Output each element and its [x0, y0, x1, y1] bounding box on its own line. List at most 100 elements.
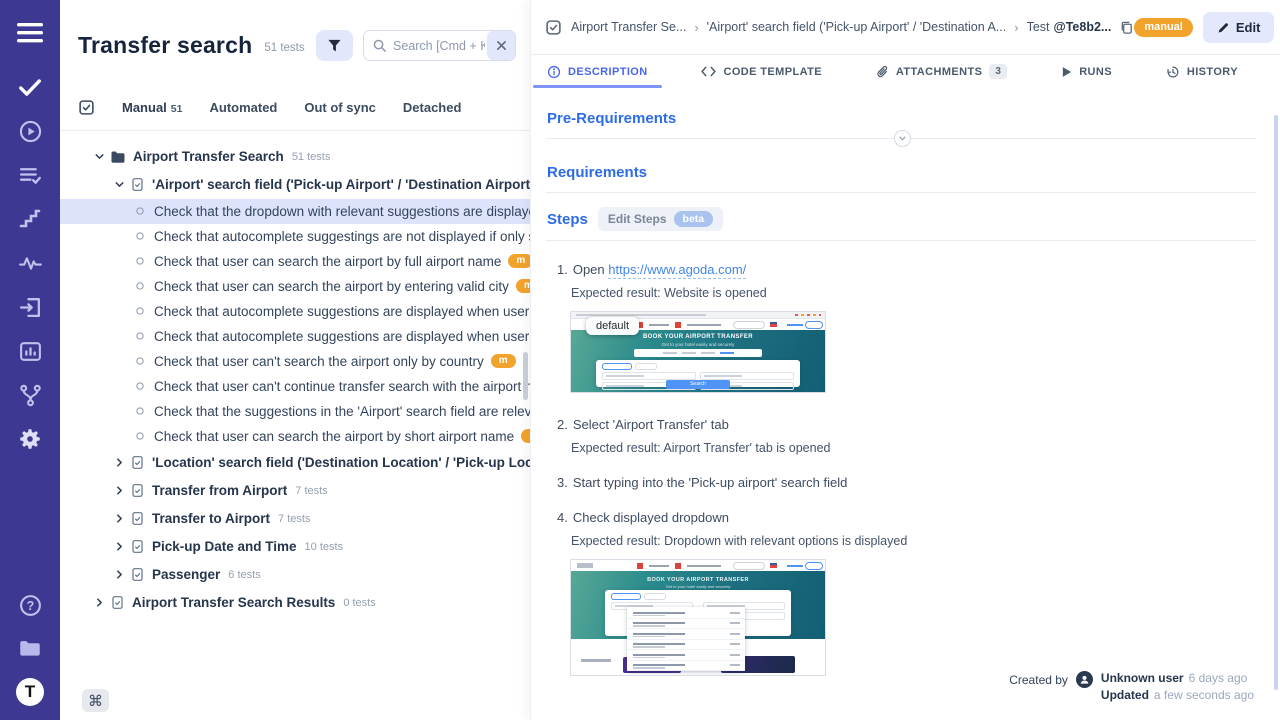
created-ago: 6 days ago	[1189, 671, 1248, 685]
copy-link-button[interactable]	[1119, 20, 1134, 35]
breadcrumb-test[interactable]: Test	[1027, 20, 1050, 34]
section-divider	[546, 192, 1256, 193]
tree-row-label: 'Location' search field ('Destination Lo…	[152, 455, 530, 470]
collapse-section-toggle[interactable]	[894, 130, 911, 147]
suite-icon	[130, 177, 145, 192]
tree-test-row[interactable]: Check that user can search the airport b…	[60, 274, 530, 299]
tree-suite-row[interactable]: 'Location' search field ('Destination Lo…	[60, 449, 530, 477]
tree-test-row[interactable]: Check that the dropdown with relevant su…	[60, 199, 530, 224]
breadcrumb-project[interactable]: Airport Transfer Se...	[571, 20, 686, 34]
sign-in-flow-icon[interactable]	[17, 294, 43, 320]
tree-row-label: Check that user can search the airport b…	[154, 254, 501, 269]
chevron-right-icon[interactable]	[113, 484, 130, 497]
help-icon[interactable]: ?	[17, 592, 43, 618]
filter-tab-out-of-sync[interactable]: Out of sync	[304, 100, 376, 115]
filter-tab-detached[interactable]: Detached	[403, 100, 462, 115]
svg-text:?: ?	[26, 598, 34, 612]
folder-icon	[110, 149, 126, 165]
step-screenshot-thumbnail[interactable]: BOOK YOUR AIRPORT TRANSFER Get to your h…	[570, 311, 826, 393]
test-icon	[133, 354, 147, 368]
chevron-down-icon[interactable]	[93, 150, 110, 163]
tree-suite-row[interactable]: Transfer from Airport7 tests	[60, 477, 530, 505]
keyboard-shortcut-hint[interactable]: ⌘	[82, 689, 109, 712]
edit-steps-button[interactable]: Edit Steps beta	[598, 207, 723, 231]
step-4-expected: Expected result: Dropdown with relevant …	[571, 534, 1256, 548]
projects-folder-icon[interactable]	[17, 635, 43, 661]
tab-runs[interactable]: RUNS	[1061, 66, 1112, 78]
test-case-icon	[545, 19, 562, 36]
test-detail-panel: Airport Transfer Se... › 'Airport' searc…	[530, 0, 1280, 720]
activity-icon[interactable]	[17, 250, 43, 276]
detail-scrollbar-thumb[interactable]	[1274, 115, 1278, 690]
chevron-right-icon[interactable]	[113, 568, 130, 581]
chevron-right-icon[interactable]	[113, 512, 130, 525]
tree-row-label: Check that user can search the airport b…	[154, 279, 509, 294]
filter-button[interactable]	[316, 30, 353, 61]
section-requirements: Requirements	[547, 164, 647, 181]
chevron-right-icon[interactable]	[113, 456, 130, 469]
tab-history[interactable]: HISTORY	[1166, 65, 1238, 79]
tree-test-row[interactable]: Check that autocomplete suggestions are …	[60, 324, 530, 349]
updated-ago: a few seconds ago	[1154, 688, 1254, 702]
tree-test-row[interactable]: Check that autocomplete suggestings are …	[60, 224, 530, 249]
tree-test-row[interactable]: Check that user can't continue transfer …	[60, 374, 530, 399]
tree-row-label: Check that autocomplete suggestings are …	[154, 229, 530, 244]
select-tests-icon[interactable]	[78, 99, 95, 116]
tree-test-row[interactable]: Check that user can search the airport b…	[60, 424, 530, 449]
test-icon	[133, 254, 147, 268]
test-runs-icon[interactable]	[17, 118, 43, 144]
tab-description[interactable]: DESCRIPTION	[547, 65, 648, 79]
description-content: Pre-Requirements Requirements Steps Edit…	[531, 87, 1280, 715]
chevron-right-icon[interactable]	[93, 596, 110, 609]
tree-suite-row[interactable]: Passenger6 tests	[60, 561, 530, 589]
test-icon	[133, 204, 147, 218]
filter-tab-manual[interactable]: Manual51	[122, 100, 182, 115]
history-clock-icon	[1166, 65, 1180, 79]
tests-icon[interactable]	[17, 74, 43, 100]
tab-attachments[interactable]: ATTACHMENTS 3	[876, 64, 1007, 79]
pencil-icon	[1217, 21, 1230, 34]
list-scrollbar-thumb[interactable]	[523, 352, 528, 400]
tree-suite-row[interactable]: Airport Transfer Search Results0 tests	[60, 589, 530, 617]
tab-code-template[interactable]: CODE TEMPLATE	[701, 66, 822, 78]
tree-test-row[interactable]: Check that user can't search the airport…	[60, 349, 530, 374]
user-avatar[interactable]: T	[16, 678, 44, 706]
tree-test-row[interactable]: Check that user can search the airport b…	[60, 249, 530, 274]
tree-row-label: Check that user can search the airport b…	[154, 429, 514, 444]
funnel-icon	[327, 38, 342, 53]
breadcrumb-separator: ›	[1014, 20, 1018, 35]
tree-test-row[interactable]: Check that the suggestions in the 'Airpo…	[60, 399, 530, 424]
code-icon	[701, 66, 716, 77]
manual-mini-badge: m	[516, 279, 530, 293]
breadcrumb-suite[interactable]: 'Airport' search field ('Pick-up Airport…	[707, 20, 1007, 34]
tree-suite-row[interactable]: Transfer to Airport7 tests	[60, 505, 530, 533]
chevron-down-icon[interactable]	[113, 178, 130, 191]
tree-row-label: Check that user can't search the airport…	[154, 354, 484, 369]
integrations-branch-icon[interactable]	[17, 382, 43, 408]
tree-suite-row[interactable]: 'Airport' search field ('Pick-up Airport…	[60, 171, 530, 199]
user-avatar-icon	[1076, 671, 1093, 688]
tree-test-row[interactable]: Check that autocomplete suggestions are …	[60, 299, 530, 324]
suite-icon	[130, 539, 145, 554]
tree-row-label: Check that user can't continue transfer …	[154, 379, 530, 394]
settings-gear-icon[interactable]	[17, 426, 43, 452]
clear-search-button[interactable]	[487, 31, 515, 60]
tree-row-label: Pick-up Date and Time	[152, 539, 297, 554]
filter-tab-automated[interactable]: Automated	[209, 100, 277, 115]
tree-suite-row[interactable]: Airport Transfer Search51 tests	[60, 143, 530, 171]
step-4: 4.Check displayed dropdown	[557, 510, 1256, 525]
step-link[interactable]: https://www.agoda.com/	[608, 262, 746, 279]
reports-icon[interactable]	[17, 338, 43, 364]
tree-suite-row[interactable]: Pick-up Date and Time10 tests	[60, 533, 530, 561]
menu-icon[interactable]	[17, 20, 43, 46]
milestones-icon[interactable]	[17, 206, 43, 232]
chevron-right-icon[interactable]	[113, 540, 130, 553]
test-icon	[133, 329, 147, 343]
test-id[interactable]: @Te8b2...	[1054, 20, 1112, 34]
edit-button[interactable]: Edit	[1203, 12, 1275, 43]
page-title: Transfer search	[78, 32, 252, 59]
test-plans-icon[interactable]	[17, 162, 43, 188]
suite-icon	[130, 567, 145, 582]
suite-icon	[110, 595, 125, 610]
step-screenshot-thumbnail[interactable]: BOOK YOUR AIRPORT TRANSFER Get to your h…	[570, 559, 826, 676]
